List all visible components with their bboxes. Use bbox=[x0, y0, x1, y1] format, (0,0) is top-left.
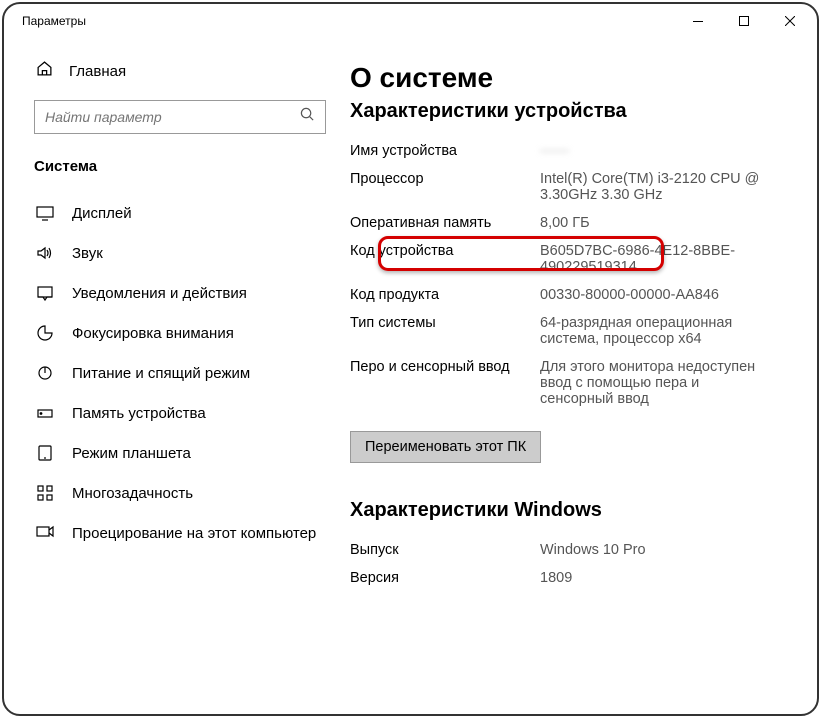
minimize-button[interactable] bbox=[675, 5, 721, 37]
main-panel: О системе Характеристики устройства Имя … bbox=[344, 38, 817, 714]
category-header: Система bbox=[4, 148, 344, 193]
spec-value: Windows 10 Pro bbox=[540, 542, 646, 558]
spec-label: Код продукта bbox=[350, 287, 540, 303]
spec-label: Код устройства bbox=[350, 243, 540, 275]
home-label: Главная bbox=[69, 63, 126, 80]
storage-icon bbox=[36, 404, 54, 422]
spec-label: Оперативная память bbox=[350, 215, 540, 231]
search-icon bbox=[300, 107, 315, 127]
spec-value: Intel(R) Core(TM) i3-2120 CPU @ 3.30GHz … bbox=[540, 171, 760, 203]
window-controls bbox=[675, 5, 813, 37]
sidebar-item-storage[interactable]: Память устройства bbox=[4, 393, 344, 433]
spec-value: 64-разрядная операционная система, проце… bbox=[540, 315, 760, 347]
sound-icon bbox=[36, 244, 54, 262]
sidebar-item-label: Уведомления и действия bbox=[72, 285, 247, 302]
tablet-icon bbox=[36, 444, 54, 462]
spec-version: Версия 1809 bbox=[350, 564, 787, 592]
spec-value: B605D7BC-6986-4E12-8BBE-490229519314 bbox=[540, 243, 760, 275]
section-device-specs: Характеристики устройства bbox=[350, 100, 787, 123]
spec-pen-touch: Перо и сенсорный ввод Для этого монитора… bbox=[350, 353, 787, 413]
spec-label: Перо и сенсорный ввод bbox=[350, 359, 540, 407]
sidebar-item-label: Проецирование на этот компьютер bbox=[72, 525, 316, 542]
sidebar-item-focus[interactable]: Фокусировка внимания bbox=[4, 313, 344, 353]
sidebar-item-label: Режим планшета bbox=[72, 445, 191, 462]
spec-label: Имя устройства bbox=[350, 143, 540, 159]
sidebar-item-tablet[interactable]: Режим планшета bbox=[4, 433, 344, 473]
spec-value: 00330-80000-00000-AA846 bbox=[540, 287, 719, 303]
sidebar-item-power[interactable]: Питание и спящий режим bbox=[4, 353, 344, 393]
spec-value: Для этого монитора недоступен ввод с пом… bbox=[540, 359, 760, 407]
page-title: О системе bbox=[350, 62, 787, 94]
spec-value: 8,00 ГБ bbox=[540, 215, 590, 231]
spec-label: Версия bbox=[350, 570, 540, 586]
sidebar-item-project[interactable]: Проецирование на этот компьютер bbox=[4, 513, 344, 553]
close-button[interactable] bbox=[767, 5, 813, 37]
sidebar-item-label: Дисплей bbox=[72, 205, 132, 222]
home-link[interactable]: Главная bbox=[4, 50, 344, 92]
spec-device-id: Код устройства B605D7BC-6986-4E12-8BBE-4… bbox=[350, 237, 787, 281]
focus-icon bbox=[36, 324, 54, 342]
spec-device-name: Имя устройства —— bbox=[350, 137, 787, 165]
spec-label: Выпуск bbox=[350, 542, 540, 558]
spec-processor: Процессор Intel(R) Core(TM) i3-2120 CPU … bbox=[350, 165, 787, 209]
notifications-icon bbox=[36, 284, 54, 302]
sidebar-item-label: Звук bbox=[72, 245, 103, 262]
sidebar: Главная Система Дисплей Звук Уведомления… bbox=[4, 38, 344, 714]
maximize-button[interactable] bbox=[721, 5, 767, 37]
sidebar-item-label: Память устройства bbox=[72, 405, 206, 422]
spec-label: Процессор bbox=[350, 171, 540, 203]
home-icon bbox=[36, 60, 53, 82]
sidebar-item-display[interactable]: Дисплей bbox=[4, 193, 344, 233]
spec-edition: Выпуск Windows 10 Pro bbox=[350, 536, 787, 564]
sidebar-item-sound[interactable]: Звук bbox=[4, 233, 344, 273]
search-input[interactable] bbox=[45, 109, 300, 125]
titlebar: Параметры bbox=[4, 4, 817, 38]
sidebar-item-label: Питание и спящий режим bbox=[72, 365, 250, 382]
spec-value: —— bbox=[540, 143, 569, 159]
sidebar-item-multitask[interactable]: Многозадачность bbox=[4, 473, 344, 513]
rename-pc-button[interactable]: Переименовать этот ПК bbox=[350, 431, 541, 463]
power-icon bbox=[36, 364, 54, 382]
sidebar-item-label: Фокусировка внимания bbox=[72, 325, 234, 342]
sidebar-item-notifications[interactable]: Уведомления и действия bbox=[4, 273, 344, 313]
spec-value: 1809 bbox=[540, 570, 572, 586]
project-icon bbox=[36, 524, 54, 542]
search-box[interactable] bbox=[34, 100, 326, 134]
window-title: Параметры bbox=[22, 14, 86, 28]
multitask-icon bbox=[36, 484, 54, 502]
spec-system-type: Тип системы 64-разрядная операционная си… bbox=[350, 309, 787, 353]
spec-product-id: Код продукта 00330-80000-00000-AA846 bbox=[350, 281, 787, 309]
section-windows-specs: Характеристики Windows bbox=[350, 499, 787, 522]
sidebar-item-label: Многозадачность bbox=[72, 485, 193, 502]
display-icon bbox=[36, 204, 54, 222]
spec-label: Тип системы bbox=[350, 315, 540, 347]
spec-ram: Оперативная память 8,00 ГБ bbox=[350, 209, 787, 237]
